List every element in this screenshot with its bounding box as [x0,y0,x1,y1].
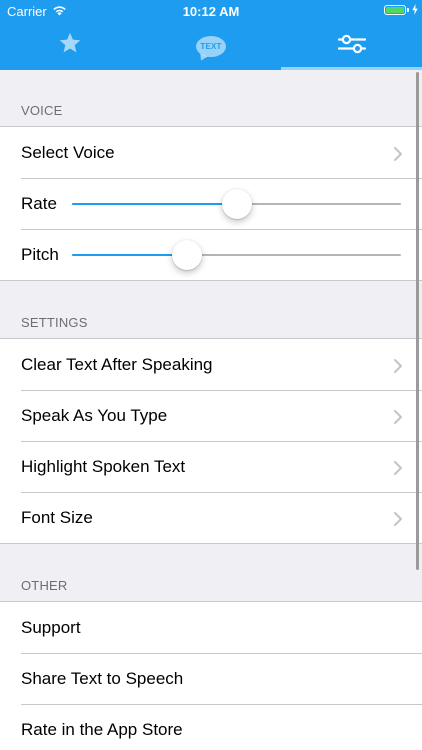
status-bar: Carrier 10:12 AM [0,0,422,22]
sliders-icon [337,34,366,59]
tab-bar: TEXT [0,22,422,70]
top-bar: Carrier 10:12 AM TEXT [0,0,422,70]
rate-slider-fill [72,202,237,205]
section-header-other: OTHER [21,578,68,593]
rate-label: Rate [21,193,57,213]
other-group: Support Share Text to Speech Rate in the… [0,601,422,750]
text-tab-label: TEXT [200,41,222,51]
pitch-slider[interactable] [72,239,401,270]
share-text-to-speech-row[interactable]: Share Text to Speech [0,653,422,704]
chevron-right-icon [394,358,402,378]
speak-as-you-type-label: Speak As You Type [21,405,168,425]
tab-settings[interactable] [281,22,422,70]
star-icon [58,32,82,60]
chevron-right-icon [394,146,402,166]
chevron-right-icon [394,409,402,429]
tab-text[interactable]: TEXT [141,22,282,70]
charging-bolt-icon [412,3,418,18]
section-header-voice: VOICE [21,103,63,118]
voice-group: Select Voice Rate Pitch [0,126,422,281]
vertical-scroll-indicator[interactable] [416,72,419,570]
tab-favorites[interactable] [0,22,141,70]
rate-in-app-store-row[interactable]: Rate in the App Store [0,704,422,750]
select-voice-label: Select Voice [21,142,115,162]
pitch-label: Pitch [21,244,59,264]
section-header-settings: SETTINGS [21,315,88,330]
settings-screen: Carrier 10:12 AM TEXT VOICE Select Voice… [0,0,422,750]
clear-text-label: Clear Text After Speaking [21,354,213,374]
rate-slider[interactable] [72,188,401,219]
highlight-spoken-text-label: Highlight Spoken Text [21,456,186,476]
battery-icon [384,5,409,15]
speak-as-you-type-row[interactable]: Speak As You Type [0,390,422,441]
chevron-right-icon [394,511,402,531]
chevron-right-icon [394,460,402,480]
select-voice-row[interactable]: Select Voice [0,127,422,178]
support-label: Support [21,617,81,637]
settings-group: Clear Text After Speaking Speak As You T… [0,338,422,544]
share-text-to-speech-label: Share Text to Speech [21,668,184,688]
pitch-slider-thumb[interactable] [172,239,203,270]
clear-text-row[interactable]: Clear Text After Speaking [0,339,422,390]
rate-row: Rate [0,178,422,229]
pitch-slider-fill [72,253,188,256]
text-bubble-icon: TEXT [196,35,226,57]
font-size-label: Font Size [21,507,93,527]
pitch-row: Pitch [0,229,422,280]
highlight-spoken-text-row[interactable]: Highlight Spoken Text [0,441,422,492]
settings-list[interactable]: VOICE Select Voice Rate Pitch SETTINGS C… [0,70,422,750]
rate-slider-thumb[interactable] [221,188,252,219]
support-row[interactable]: Support [0,602,422,653]
rate-in-app-store-label: Rate in the App Store [21,719,183,739]
status-time: 10:12 AM [182,4,240,19]
font-size-row[interactable]: Font Size [0,492,422,543]
